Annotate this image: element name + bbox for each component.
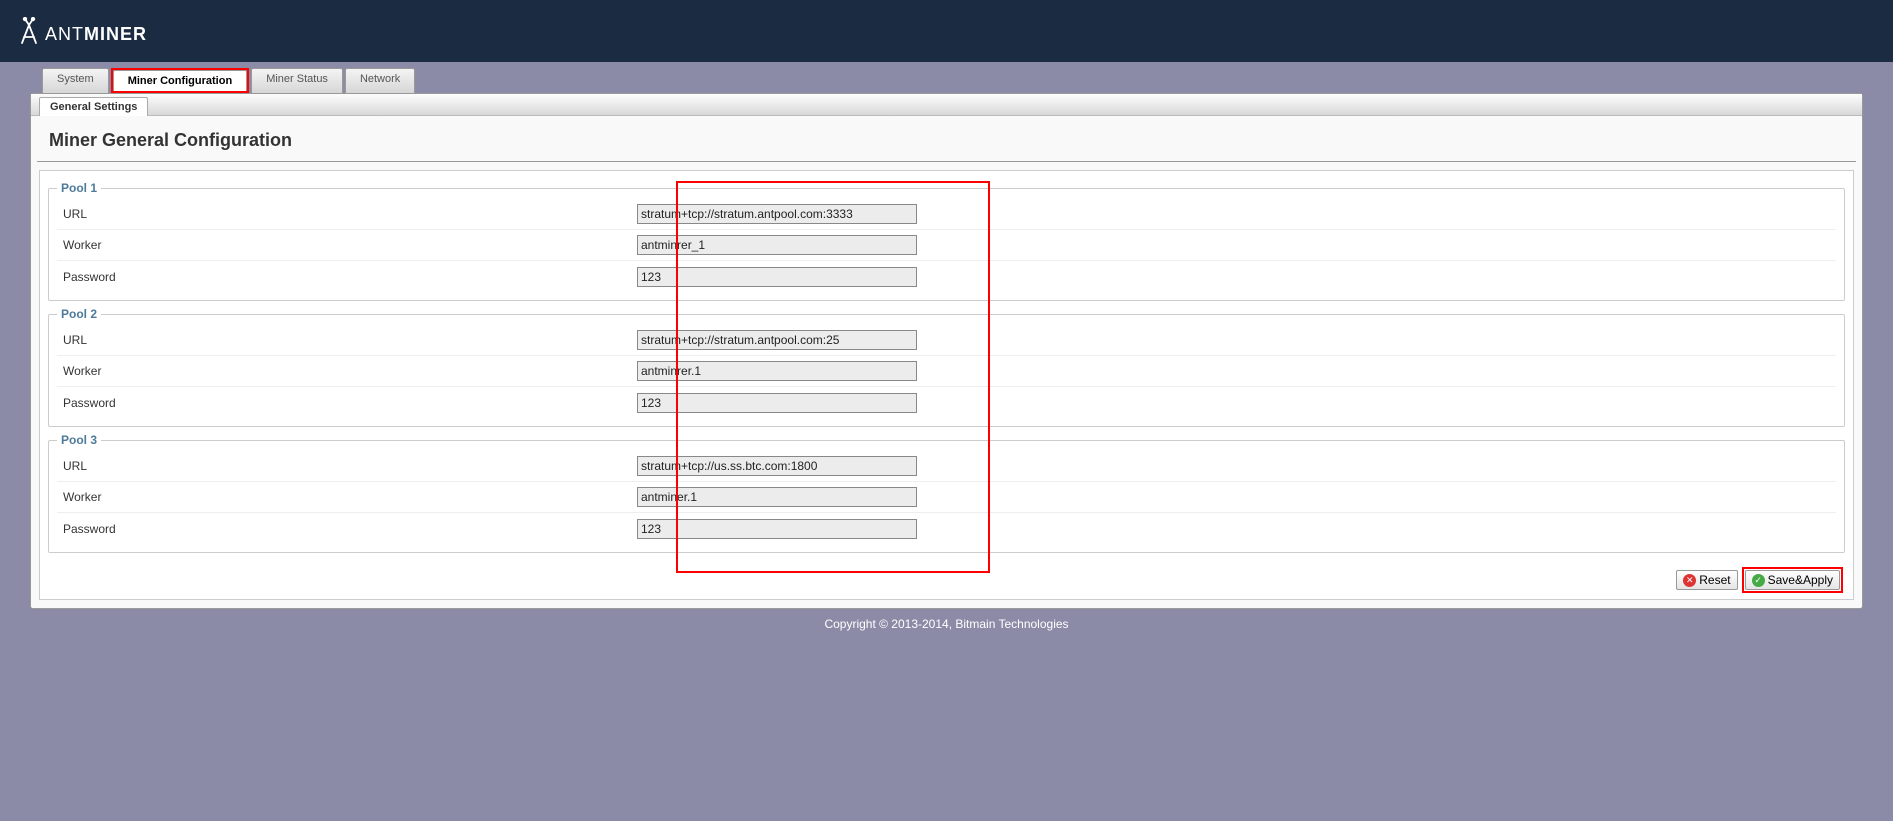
pool-2-worker-row: Worker <box>57 356 1836 387</box>
antenna-icon <box>18 17 40 45</box>
pool-1-worker-input[interactable] <box>637 235 917 255</box>
pool-3-fieldset: Pool 3 URL Worker Password <box>48 433 1845 553</box>
tabs-primary: System Miner Configuration Miner Status … <box>0 62 1893 93</box>
pool-1-fieldset: Pool 1 URL Worker Password <box>48 181 1845 301</box>
close-icon: ✕ <box>1683 574 1696 587</box>
label-worker: Worker <box>57 238 637 252</box>
label-url: URL <box>57 333 637 347</box>
header: ANTMINER <box>0 0 1893 62</box>
save-apply-button[interactable]: ✓ Save&Apply <box>1745 570 1840 590</box>
pool-2-url-row: URL <box>57 325 1836 356</box>
label-url: URL <box>57 459 637 473</box>
label-password: Password <box>57 522 637 536</box>
tab-miner-status[interactable]: Miner Status <box>251 68 343 93</box>
highlight-save-box: ✓ Save&Apply <box>1742 567 1843 593</box>
pool-3-password-row: Password <box>57 513 1836 544</box>
logo-text: ANTMINER <box>45 24 147 45</box>
label-url: URL <box>57 207 637 221</box>
pool-3-url-row: URL <box>57 451 1836 482</box>
form-wrap: Pool 1 URL Worker Password Pool 2 URL <box>31 162 1862 608</box>
pool-1-password-input[interactable] <box>637 267 917 287</box>
pool-1-legend: Pool 1 <box>57 181 101 195</box>
pool-1-url-input[interactable] <box>637 204 917 224</box>
footer: Copyright © 2013-2014, Bitmain Technolog… <box>0 609 1893 639</box>
pool-2-worker-input[interactable] <box>637 361 917 381</box>
pool-3-worker-row: Worker <box>57 482 1836 513</box>
label-worker: Worker <box>57 490 637 504</box>
pool-1-url-row: URL <box>57 199 1836 230</box>
pool-1-worker-row: Worker <box>57 230 1836 261</box>
tab-system[interactable]: System <box>42 68 109 93</box>
label-password: Password <box>57 396 637 410</box>
subtab-general-settings[interactable]: General Settings <box>39 97 148 116</box>
reset-label: Reset <box>1699 573 1730 587</box>
actions: ✕ Reset ✓ Save&Apply <box>1676 567 1843 593</box>
pool-3-legend: Pool 3 <box>57 433 101 447</box>
tab-network[interactable]: Network <box>345 68 415 93</box>
label-worker: Worker <box>57 364 637 378</box>
pool-1-password-row: Password <box>57 261 1836 292</box>
page-title: Miner General Configuration <box>37 116 1856 162</box>
check-icon: ✓ <box>1752 574 1765 587</box>
highlight-tab: Miner Configuration <box>111 68 250 93</box>
pool-3-url-input[interactable] <box>637 456 917 476</box>
label-password: Password <box>57 270 637 284</box>
reset-button[interactable]: ✕ Reset <box>1676 570 1737 590</box>
pool-2-url-input[interactable] <box>637 330 917 350</box>
tab-miner-configuration[interactable]: Miner Configuration <box>113 70 248 91</box>
pool-2-password-row: Password <box>57 387 1836 418</box>
pool-2-fieldset: Pool 2 URL Worker Password <box>48 307 1845 427</box>
pool-3-worker-input[interactable] <box>637 487 917 507</box>
pool-2-legend: Pool 2 <box>57 307 101 321</box>
inner-panel: Pool 1 URL Worker Password Pool 2 URL <box>39 170 1854 600</box>
pool-2-password-input[interactable] <box>637 393 917 413</box>
content-card: General Settings Miner General Configura… <box>30 93 1863 609</box>
logo: ANTMINER <box>18 17 147 45</box>
save-label: Save&Apply <box>1768 573 1833 587</box>
pool-3-password-input[interactable] <box>637 519 917 539</box>
subtabs: General Settings <box>31 94 1862 116</box>
